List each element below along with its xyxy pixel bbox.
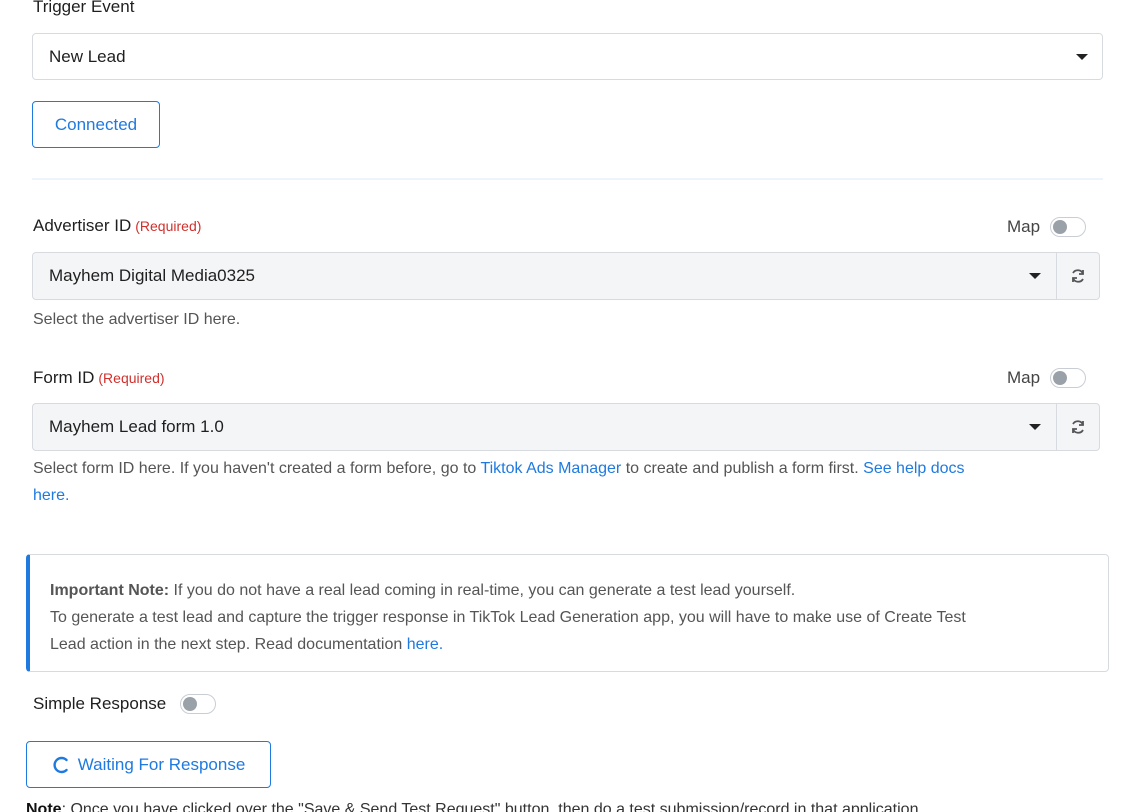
form-helper-mid: to create and publish a form first. [621,460,864,477]
toggle-knob [1053,220,1068,234]
form-refresh-button[interactable] [1057,403,1100,451]
form-id-select[interactable]: Mayhem Lead form 1.0 [32,403,1057,451]
form-id-value: Mayhem Lead form 1.0 [49,417,224,436]
advertiser-helper-text: Select the advertiser ID here. [33,311,241,328]
bottom-note-bold: Note [26,801,62,812]
simple-response-toggle[interactable] [180,694,217,714]
map-label: Map [1007,368,1041,387]
form-helper-pre: Select form ID here. If you haven't crea… [33,460,481,477]
note-line-1-text: If you do not have a real lead coming in… [169,582,796,599]
advertiser-id-value: Mayhem Digital Media0325 [49,266,255,285]
see-help-docs-link[interactable]: See help docs [863,460,964,477]
advertiser-id-select[interactable]: Mayhem Digital Media0325 [32,252,1057,300]
waiting-for-response-label: Waiting For Response [77,754,246,774]
note-line-2: To generate a test lead and capture the … [50,609,966,626]
advertiser-refresh-button[interactable] [1057,252,1100,300]
spinner-icon [53,756,68,773]
note-line-3-text: Lead action in the next step. Read docum… [50,636,407,653]
form-map-toggle[interactable] [1050,368,1087,388]
simple-response-group: Simple Response [33,694,217,714]
advertiser-map-toggle-group: Map [1007,217,1087,237]
required-marker: (Required) [135,218,202,234]
connected-button[interactable]: Connected [32,101,160,148]
chevron-down-icon [1029,273,1041,279]
form-helper-text: Select form ID here. If you haven't crea… [33,455,1108,509]
note-title: Important Note: [50,582,170,599]
form-id-label-text: Form ID [33,368,95,387]
form-map-toggle-group: Map [1007,368,1087,388]
map-label: Map [1007,217,1041,236]
trigger-event-label: Trigger Event [33,0,135,16]
documentation-link[interactable]: here. [407,636,443,653]
toggle-knob [1053,371,1068,385]
refresh-icon [1072,420,1084,434]
see-help-docs-link-cont[interactable]: here. [33,487,69,504]
chevron-down-icon [1076,54,1088,60]
advertiser-id-label-text: Advertiser ID [33,216,132,235]
trigger-event-select[interactable]: New Lead [32,33,1103,80]
note-line-1: Important Note: If you do not have a rea… [50,577,1090,604]
simple-response-label: Simple Response [33,694,167,713]
bottom-note-text: : Once you have clicked over the "Save &… [61,801,923,812]
advertiser-id-label: Advertiser ID (Required) [33,216,201,236]
required-marker: (Required) [98,370,165,386]
note-line-3: Lead action in the next step. Read docum… [50,631,1090,658]
form-id-label: Form ID (Required) [33,368,165,388]
important-note-box: Important Note: If you do not have a rea… [26,554,1109,672]
bottom-note: Note: Once you have clicked over the "Sa… [26,801,923,812]
trigger-event-value: New Lead [49,46,126,66]
refresh-icon [1072,269,1084,283]
toggle-knob [183,697,198,711]
waiting-for-response-button[interactable]: Waiting For Response [26,741,271,788]
section-divider [32,178,1103,180]
advertiser-map-toggle[interactable] [1050,217,1087,237]
chevron-down-icon [1029,424,1041,430]
tiktok-ads-manager-link[interactable]: Tiktok Ads Manager [480,460,621,477]
